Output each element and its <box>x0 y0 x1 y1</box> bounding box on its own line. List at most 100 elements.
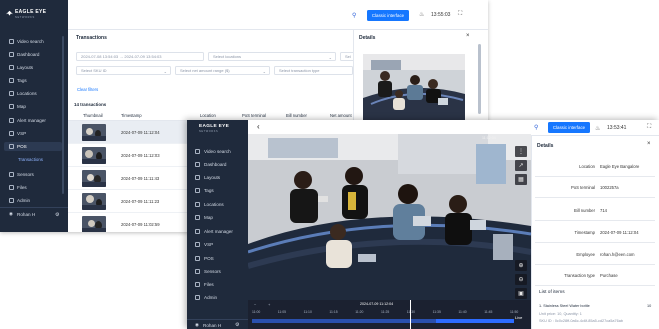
clock-time: 13:55:03 <box>431 12 451 18</box>
dashboard-icon <box>195 162 200 167</box>
date-range-picker[interactable]: 2024-07-08 13:54:03 → 2024-07-09 13:54:0… <box>76 52 204 61</box>
sidebar-item-video-search[interactable]: Video search <box>195 147 231 156</box>
column-header: Bill number <box>286 113 307 118</box>
top-bar <box>68 0 488 30</box>
details-panel <box>531 120 659 329</box>
zoom-out-icon[interactable]: ⊖ <box>515 274 527 285</box>
sidebar-subitem-transactions[interactable]: Transactions <box>18 155 43 163</box>
sidebar-item-tags[interactable]: Tags <box>195 186 214 195</box>
brand-logo: EAGLE EYE NETWORKS <box>199 124 229 133</box>
user-icon: ◉ <box>195 322 200 327</box>
sidebar-item-label: Locations <box>204 202 224 207</box>
net-amount-select[interactable]: Select net amount range ($) ⌄ <box>175 66 270 75</box>
sidebar-item-vsp[interactable]: VSP <box>9 129 26 138</box>
sidebar-item-label: Files <box>204 282 214 287</box>
sidebar-item-dashboard[interactable]: Dashboard <box>9 50 39 59</box>
sidebar-item-label: Alert manager <box>17 118 46 123</box>
more-options-icon[interactable]: ⋮ <box>515 146 527 157</box>
live-button[interactable]: Live <box>515 315 522 320</box>
sidebar-item-label: POS <box>204 256 214 261</box>
gear-icon[interactable]: ⚙ <box>55 212 59 218</box>
pos-icon <box>195 256 200 261</box>
tag-icon <box>195 188 200 193</box>
top-bar <box>531 120 659 136</box>
sidebar-item-files[interactable]: Files <box>9 183 27 192</box>
layouts-icon <box>9 65 14 70</box>
transaction-count: 14 transactions <box>74 102 107 107</box>
timeline-zoom-out-icon[interactable]: − <box>254 302 256 307</box>
classic-interface-button[interactable]: Classic interface <box>367 10 409 21</box>
user-menu[interactable]: ◉ Rohan H <box>9 211 35 217</box>
transaction-type-select[interactable]: Select transaction type <box>274 66 353 75</box>
user-menu[interactable]: ◉ Rohan H <box>195 322 221 328</box>
snapshot-icon[interactable]: ▣ <box>515 288 527 299</box>
sku-select[interactable]: Select SKU ID ⌄ <box>76 66 171 75</box>
timeline-zoom-in-icon[interactable]: + <box>268 302 270 307</box>
recording-segment <box>436 319 514 323</box>
brand-logo: EAGLE EYE NETWORKS <box>15 9 46 19</box>
sidebar-item-map[interactable]: Map <box>195 213 213 222</box>
column-header: Net amount <box>330 113 352 118</box>
clear-filters-link[interactable]: Clear filters <box>77 87 98 92</box>
sidebar-item-locations[interactable]: Locations <box>9 89 37 98</box>
sidebar-item-label: Admin <box>204 295 218 300</box>
sidebar: EAGLE EYE NETWORKS Video search Dashboar… <box>187 120 248 329</box>
search-icon[interactable]: ⚲ <box>352 12 356 19</box>
sidebar-item-pos[interactable]: POS <box>4 142 62 151</box>
timeline-track[interactable] <box>252 319 514 323</box>
sidebar-item-alert-manager[interactable]: Alert manager <box>195 227 233 236</box>
sidebar-item-label: Video search <box>204 149 231 154</box>
video-header <box>248 120 531 134</box>
sidebar-item-vsp[interactable]: VSP <box>195 240 213 249</box>
transaction-thumbnail <box>82 216 106 232</box>
alert-icon <box>9 118 14 123</box>
transaction-thumbnail <box>82 147 106 164</box>
sidebar-item-label: Files <box>17 185 27 190</box>
sidebar-item-sensors[interactable]: Sensors <box>195 267 221 276</box>
sidebar-item-files[interactable]: Files <box>195 280 214 289</box>
timeline-label: 11:20 <box>355 310 364 314</box>
sidebar-item-layouts[interactable]: Layouts <box>9 63 33 72</box>
sidebar-item-locations[interactable]: Locations <box>195 200 224 209</box>
video-timeline[interactable]: − + 2024-07-09 11:12:04 11:00 11:05 11:10 1… <box>248 300 531 329</box>
sidebar-item-video-search[interactable]: Video search <box>9 37 44 46</box>
sidebar-item-layouts[interactable]: Layouts <box>195 173 220 182</box>
sidebar-item-sensors[interactable]: Sensors <box>9 170 34 179</box>
timeline-cursor[interactable] <box>410 300 411 329</box>
sidebar-item-map[interactable]: Map <box>9 102 26 111</box>
back-arrow-icon[interactable]: ‹ <box>257 122 260 131</box>
sensor-icon <box>9 172 14 177</box>
files-icon <box>9 185 14 190</box>
sidebar-item-label: POS <box>17 144 27 149</box>
zoom-in-icon[interactable]: ⊕ <box>515 260 527 271</box>
close-icon[interactable]: × <box>466 33 470 39</box>
sidebar-item-alert-manager[interactable]: Alert manager <box>9 116 46 125</box>
video-player[interactable]: ‹ 11:12:04 ⋮ ↗ ▦ ⊕ ⊖ ▣ − + 2024-07-09 11… <box>248 120 531 329</box>
timestamp-cell: 2024-07-09 11:11:23 <box>121 199 160 204</box>
gear-icon[interactable]: ⚙ <box>235 322 239 328</box>
sidebar-item-dashboard[interactable]: Dashboard <box>195 160 226 169</box>
sidebar-item-admin[interactable]: Admin <box>9 196 30 205</box>
bell-icon[interactable]: ♨ <box>419 11 424 18</box>
sidebar-item-tags[interactable]: Tags <box>9 76 27 85</box>
fullscreen-icon[interactable]: ⛶ <box>458 11 462 18</box>
column-header: PoS terminal <box>242 113 266 118</box>
screenshot-scene: EAGLE EYE NETWORKS Video search Dashboar… <box>0 0 659 329</box>
sidebar: EAGLE EYE NETWORKS Video search Dashboar… <box>0 0 68 232</box>
details-scrollbar[interactable] <box>478 44 481 114</box>
sidebar-item-label: Map <box>204 215 213 220</box>
grid-view-icon[interactable]: ▦ <box>515 174 527 185</box>
sidebar-item-pos[interactable]: POS <box>195 254 214 263</box>
extra-filter-placeholder: Sel <box>345 54 351 59</box>
details-title: Details <box>359 35 376 41</box>
sidebar-item-admin[interactable]: Admin <box>195 293 217 302</box>
sidebar-scrollbar[interactable] <box>62 36 64 194</box>
popout-icon[interactable]: ↗ <box>515 160 527 171</box>
user-icon: ◉ <box>9 211 14 216</box>
timeline-label: 11:40 <box>458 310 467 314</box>
sidebar-item-label: Sensors <box>17 172 34 177</box>
transaction-thumbnail <box>82 124 106 141</box>
column-header: Timestamp <box>121 113 142 118</box>
sidebar-item-label: Map <box>17 104 26 109</box>
locations-select[interactable]: Select locations ⌄ <box>208 52 336 61</box>
